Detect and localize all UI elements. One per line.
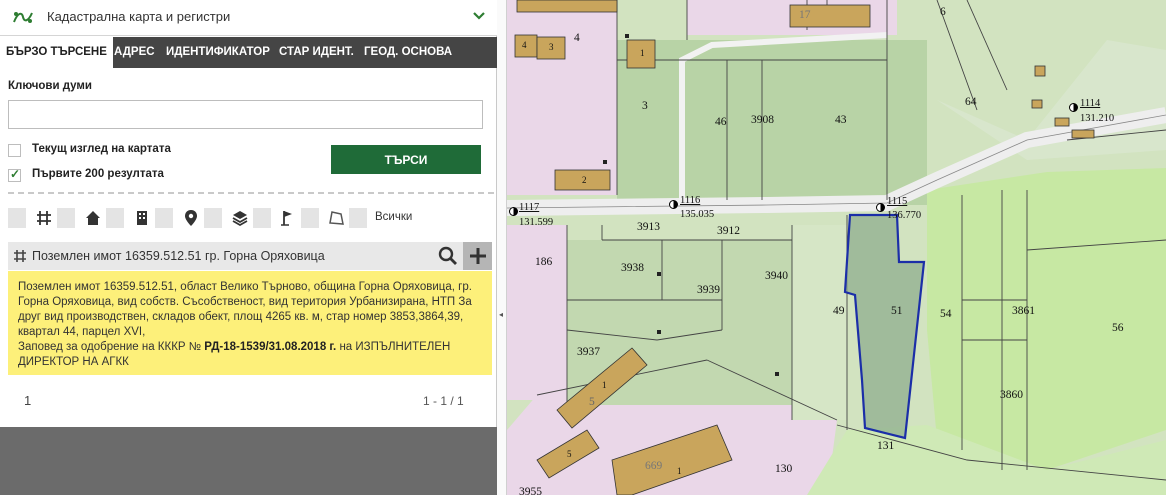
map-label: 17 bbox=[799, 9, 811, 21]
result-title: Поземлен имот 16359.512.51 гр. Горна Оря… bbox=[32, 249, 325, 263]
result-header[interactable]: Поземлен имот 16359.512.51 гр. Горна Оря… bbox=[8, 242, 492, 270]
tab-identifier[interactable]: ИДЕНТИФИКАТОР bbox=[160, 37, 276, 68]
geodetic-point-icon bbox=[876, 203, 885, 212]
map-label: 4 bbox=[574, 32, 580, 44]
tab-old-identifier[interactable]: СТАР ИДЕНТ. bbox=[273, 37, 360, 68]
tab-address[interactable]: АДРЕС bbox=[108, 37, 161, 68]
geodetic-point-icon bbox=[1069, 103, 1078, 112]
geodetic-id: 1114 bbox=[1080, 98, 1101, 109]
search-button[interactable]: ТЪРСИ bbox=[331, 145, 481, 174]
geodetic-id: 1116 bbox=[680, 195, 701, 206]
cadastral-map[interactable]: 17 6 4 4 3 1 3 46 3908 43 64 2 186 3913 … bbox=[507, 0, 1166, 495]
map-label: 3 bbox=[549, 42, 554, 52]
current-view-checkbox[interactable] bbox=[8, 144, 21, 157]
map-label: 5 bbox=[589, 396, 595, 408]
map-label: 1 bbox=[602, 380, 607, 390]
layer-toggle-6[interactable] bbox=[253, 208, 271, 228]
geodetic-elevation: 135.035 bbox=[680, 209, 715, 220]
map-label: 3937 bbox=[577, 346, 600, 358]
first-200-checkbox[interactable] bbox=[8, 167, 21, 182]
geodetic-id: 1115 bbox=[887, 196, 908, 207]
current-view-label: Текущ изглед на картата bbox=[32, 143, 171, 155]
tab-geodetic-base[interactable]: ГЕОД. ОСНОВА bbox=[358, 37, 458, 68]
pager-page-number[interactable]: 1 bbox=[24, 393, 31, 408]
map-label: 64 bbox=[965, 96, 977, 108]
keywords-input[interactable] bbox=[8, 100, 483, 129]
layer-toggle-2[interactable] bbox=[57, 208, 75, 228]
map-label: 4 bbox=[522, 40, 527, 50]
layer-toggle-4[interactable] bbox=[155, 208, 173, 228]
map-label: 5 bbox=[567, 449, 572, 459]
layer-toggle-5[interactable] bbox=[204, 208, 222, 228]
parcel-grid-icon bbox=[14, 250, 26, 262]
search-icon bbox=[438, 246, 457, 265]
layer-toggle-3[interactable] bbox=[106, 208, 124, 228]
map-label: 3860 bbox=[1000, 389, 1023, 401]
add-result-button[interactable] bbox=[463, 242, 492, 270]
first-200-label: Първите 200 резултата bbox=[32, 168, 164, 180]
map-label: 6 bbox=[940, 6, 946, 18]
tab-quick-search[interactable]: БЪРЗО ТЪРСЕНЕ bbox=[0, 37, 113, 68]
result-details: Поземлен имот 16359.512.51, област Велик… bbox=[8, 271, 492, 375]
map-label: 669 bbox=[645, 460, 663, 472]
apartment-icon[interactable] bbox=[133, 209, 151, 227]
map-pin-icon[interactable] bbox=[182, 209, 200, 227]
map-label: 131 bbox=[877, 440, 895, 452]
geodetic-point-icon bbox=[669, 200, 678, 209]
panel-footer bbox=[0, 427, 497, 495]
search-tabs: БЪРЗО ТЪРСЕНЕ АДРЕС ИДЕНТИФИКАТОР СТАР И… bbox=[0, 37, 497, 68]
layers-stack-icon[interactable] bbox=[231, 209, 249, 227]
geodetic-elevation: 131.210 bbox=[1080, 113, 1115, 124]
geodetic-point-icon bbox=[509, 207, 518, 216]
order-number: РД-18-1539/31.08.2018 г. bbox=[204, 341, 337, 353]
map-canvas bbox=[507, 0, 1166, 495]
order-prefix: Заповед за одобрение на КККР № bbox=[18, 341, 202, 353]
map-label: 3940 bbox=[765, 270, 788, 282]
result-description: Поземлен имот 16359.512.51, област Велик… bbox=[18, 281, 472, 338]
map-label: 49 bbox=[833, 305, 845, 317]
map-label: 3908 bbox=[751, 114, 774, 126]
layer-toggle-1[interactable] bbox=[8, 208, 26, 228]
map-label: 130 bbox=[775, 463, 793, 475]
section-divider bbox=[8, 192, 494, 194]
map-label: 54 bbox=[940, 308, 952, 320]
map-label: 186 bbox=[535, 256, 553, 268]
layer-toggle-7[interactable] bbox=[301, 208, 319, 228]
app-header[interactable]: Кадастрална карта и регистри bbox=[0, 0, 497, 36]
layer-all-label: Всички bbox=[375, 211, 413, 223]
map-label: 1 bbox=[677, 466, 682, 476]
geodetic-elevation: 131.599 bbox=[519, 217, 554, 228]
geodetic-id: 1117 bbox=[519, 202, 540, 213]
map-label: 3938 bbox=[621, 262, 644, 274]
chevron-down-icon[interactable] bbox=[472, 9, 486, 23]
building-home-icon[interactable] bbox=[84, 209, 102, 227]
map-label: 46 bbox=[715, 116, 727, 128]
collapse-arrow-icon: ◂ bbox=[499, 310, 504, 319]
app-title: Кадастрална карта и регистри bbox=[47, 9, 231, 24]
parcel-grid-icon[interactable] bbox=[35, 209, 53, 227]
map-label: 3912 bbox=[717, 225, 740, 237]
plus-icon bbox=[470, 248, 486, 264]
map-label: 1 bbox=[640, 48, 645, 58]
map-label: 2 bbox=[582, 175, 587, 185]
zoom-to-result-button[interactable] bbox=[433, 242, 463, 270]
map-label: 3939 bbox=[697, 284, 720, 296]
map-label: 51 bbox=[891, 305, 903, 317]
map-label: 56 bbox=[1112, 322, 1124, 334]
map-label: 3913 bbox=[637, 221, 660, 233]
polygon-area-icon[interactable] bbox=[327, 209, 345, 227]
geodetic-point-flag-icon[interactable] bbox=[279, 209, 297, 227]
keywords-label: Ключови думи bbox=[8, 80, 93, 92]
map-label: 3 bbox=[642, 100, 648, 112]
map-label: 3861 bbox=[1012, 305, 1035, 317]
geodetic-elevation: 136.770 bbox=[887, 210, 922, 221]
cadastre-logo-icon bbox=[13, 12, 33, 23]
map-label: 3955 bbox=[519, 486, 542, 495]
pager-range: 1 - 1 / 1 bbox=[423, 394, 464, 408]
search-panel: Кадастрална карта и регистри БЪРЗО ТЪРСЕ… bbox=[0, 0, 497, 495]
panel-splitter[interactable]: ◂ bbox=[497, 0, 507, 495]
layer-toggle-all[interactable] bbox=[349, 208, 367, 228]
map-label: 43 bbox=[835, 114, 847, 126]
